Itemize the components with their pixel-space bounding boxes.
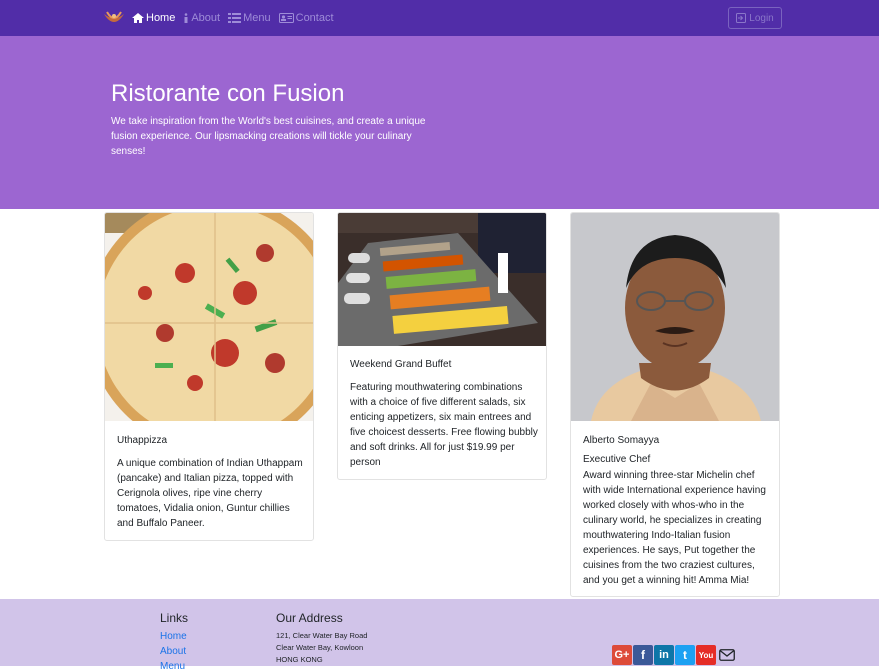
list-icon bbox=[228, 13, 242, 23]
pizza-image bbox=[105, 213, 313, 421]
footer: Links Home About Menu Our Address 121, C… bbox=[0, 599, 879, 672]
jumbotron: Ristorante con Fusion We take inspiratio… bbox=[0, 36, 879, 209]
dish-card-uthappizza[interactable]: Uthappizza A unique combination of India… bbox=[104, 212, 314, 541]
facebook-icon[interactable]: f bbox=[633, 645, 653, 665]
card-title: Weekend Grand Buffet bbox=[350, 359, 452, 370]
card-subtitle: Executive Chef bbox=[583, 454, 651, 465]
info-icon bbox=[183, 13, 189, 23]
buffet-image bbox=[338, 213, 546, 346]
social-label: G+ bbox=[614, 649, 630, 661]
card-text: A unique combination of Indian Uthappam … bbox=[117, 458, 303, 529]
address-line: Clear Water Bay, Kowloon bbox=[276, 643, 364, 652]
linkedin-icon[interactable]: in bbox=[654, 645, 674, 665]
youtube-icon[interactable]: You bbox=[696, 645, 716, 665]
card-title: Uthappizza bbox=[117, 435, 168, 446]
social-links: G+ f in t You bbox=[612, 645, 738, 665]
nav-item-contact[interactable]: Contact bbox=[278, 12, 334, 24]
sign-in-icon bbox=[736, 13, 747, 23]
address-line: HONG KONG bbox=[276, 655, 323, 664]
address-card-icon bbox=[278, 13, 294, 23]
jumbotron-text: We take inspiration from the World's bes… bbox=[111, 116, 426, 157]
address-line: 121, Clear Water Bay Road bbox=[276, 631, 368, 640]
nav-item-menu[interactable]: Menu bbox=[228, 12, 271, 24]
navbar: Home About Menu Contact Login bbox=[0, 0, 879, 36]
card-text: Featuring mouthwatering combinations wit… bbox=[350, 382, 538, 468]
card-text: Award winning three-star Michelin chef w… bbox=[583, 470, 766, 586]
login-button[interactable]: Login bbox=[728, 7, 782, 29]
nav-item-label: Home bbox=[146, 12, 176, 24]
google-plus-icon[interactable]: G+ bbox=[612, 645, 632, 665]
social-label: t bbox=[683, 648, 687, 662]
social-label: You bbox=[698, 650, 714, 660]
page-title: Ristorante con Fusion bbox=[111, 80, 345, 107]
social-label: f bbox=[641, 648, 645, 662]
home-icon bbox=[132, 13, 144, 23]
footer-link-about[interactable]: About bbox=[160, 646, 186, 657]
address-heading: Our Address bbox=[276, 611, 343, 625]
leader-card-chef[interactable]: Alberto Somayya Executive Chef Award win… bbox=[570, 212, 780, 597]
mail-icon[interactable] bbox=[717, 645, 737, 665]
footer-link-home[interactable]: Home bbox=[160, 631, 187, 642]
chef-photo bbox=[571, 213, 779, 421]
card-title: Alberto Somayya bbox=[583, 435, 660, 446]
nav-item-about[interactable]: About bbox=[183, 12, 220, 24]
links-heading: Links bbox=[160, 611, 189, 625]
social-label: in bbox=[659, 649, 669, 661]
nav-item-label: Menu bbox=[243, 12, 271, 24]
nav-item-label: About bbox=[191, 12, 221, 24]
login-label: Login bbox=[749, 12, 774, 24]
nav-links: Home About Menu Contact bbox=[132, 0, 342, 36]
nav-item-home[interactable]: Home bbox=[132, 12, 175, 24]
nav-item-label: Contact bbox=[295, 12, 334, 24]
logo-icon[interactable] bbox=[102, 8, 126, 28]
twitter-icon[interactable]: t bbox=[675, 645, 695, 665]
promotion-card-buffet[interactable]: Weekend Grand Buffet Featuring mouthwate… bbox=[337, 212, 547, 480]
footer-link-menu[interactable]: Menu bbox=[160, 661, 185, 672]
